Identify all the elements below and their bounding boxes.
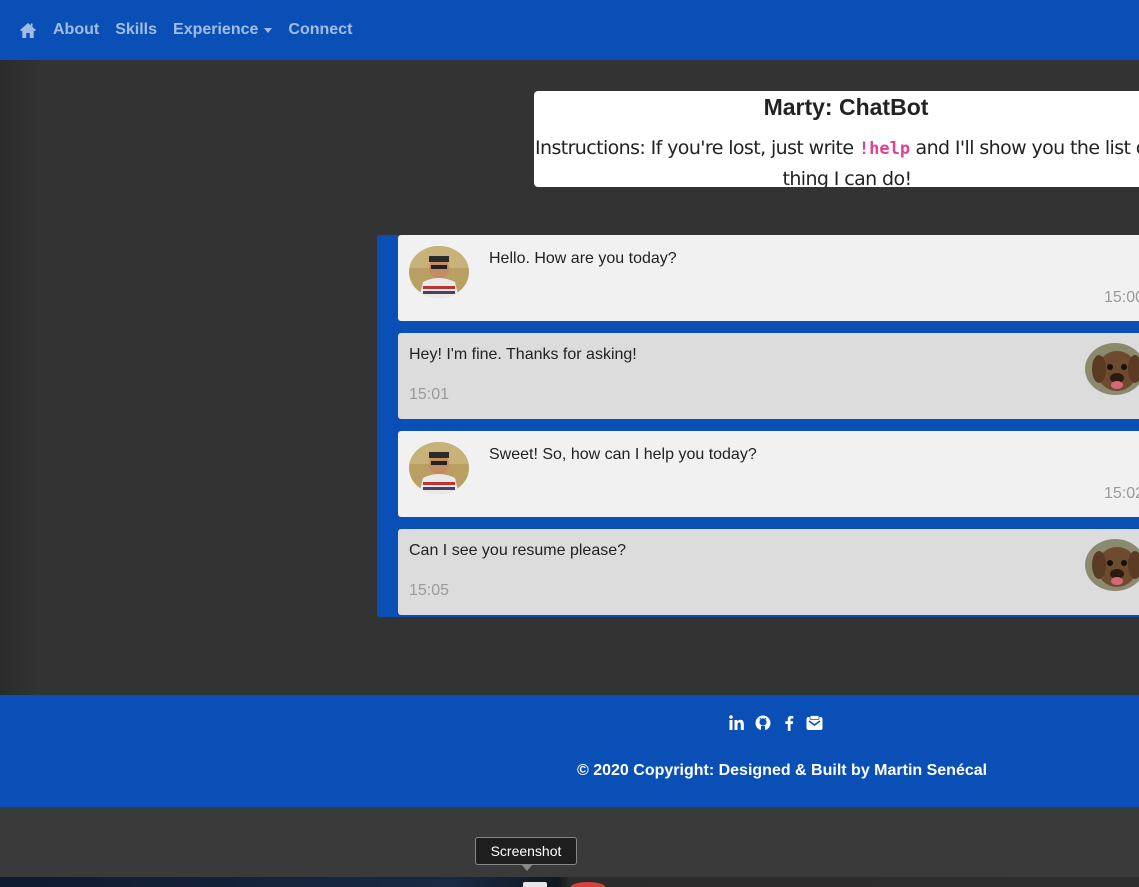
home-icon[interactable] <box>19 21 37 39</box>
instructions-suffix: and I'll show you the list of th <box>915 137 1139 159</box>
nav-skills-link[interactable]: Skills <box>115 21 157 39</box>
man-avatar <box>409 246 469 298</box>
instructions-line2: thing I can do! <box>782 168 912 187</box>
message-time: 15:01 <box>409 386 450 403</box>
message-text: Hey! I'm fine. Thanks for asking! <box>409 346 637 363</box>
dock-app-icon[interactable] <box>571 882 605 887</box>
chat-message-user: Can I see you resume please? 15:05 <box>398 529 1139 615</box>
nav-experience-dropdown[interactable]: Experience <box>173 21 273 39</box>
footer: © 2020 Copyright: Designed & Built by Ma… <box>0 695 1139 807</box>
linkedin-icon[interactable] <box>728 714 745 731</box>
chatbot-header-card: Marty: ChatBot Instructions: If you're l… <box>534 91 1139 187</box>
nav-experience-label: Experience <box>173 21 259 38</box>
chat-messages[interactable]: Hello. How are you today? 15:00 Hey! I'm… <box>377 235 1139 617</box>
dog-avatar <box>1085 539 1139 591</box>
nav-about-link[interactable]: About <box>53 21 99 39</box>
instructions-prefix: Instructions: If you're lost, just write <box>535 137 854 159</box>
message-text: Sweet! So, how can I help you today? <box>489 446 757 463</box>
os-dock <box>0 877 1139 887</box>
github-icon[interactable] <box>754 714 771 731</box>
chat-message-bot: Sweet! So, how can I help you today? 15:… <box>398 431 1139 517</box>
help-command: !help <box>858 139 911 159</box>
chat-section: Marty: ChatBot Instructions: If you're l… <box>0 60 1139 695</box>
social-links <box>728 714 823 731</box>
chevron-down-icon <box>264 27 273 33</box>
screenshot-tooltip: Screenshot <box>475 837 577 871</box>
email-icon[interactable] <box>806 714 823 731</box>
man-avatar <box>409 442 469 494</box>
nav-connect-link[interactable]: Connect <box>288 21 352 39</box>
chatbot-title: Marty: ChatBot <box>763 94 929 120</box>
message-time: 15:00 <box>1104 289 1139 306</box>
copyright-text: © 2020 Copyright: Designed & Built by Ma… <box>577 762 988 779</box>
message-time: 15:02 <box>1104 485 1139 502</box>
chat-message-user: Hey! I'm fine. Thanks for asking! 15:01 <box>398 333 1139 419</box>
message-time: 15:05 <box>409 582 450 599</box>
facebook-icon[interactable] <box>780 714 797 731</box>
dog-avatar <box>1085 343 1139 395</box>
chat-message-bot: Hello. How are you today? 15:00 <box>398 235 1139 321</box>
chatbot-instructions: Instructions: If you're lost, just write… <box>535 133 1139 187</box>
message-text: Hello. How are you today? <box>489 250 677 267</box>
dock-screenshot-thumbnail-icon[interactable] <box>523 882 547 887</box>
navbar: About Skills Experience Connect <box>0 0 1139 60</box>
message-text: Can I see you resume please? <box>409 542 627 559</box>
